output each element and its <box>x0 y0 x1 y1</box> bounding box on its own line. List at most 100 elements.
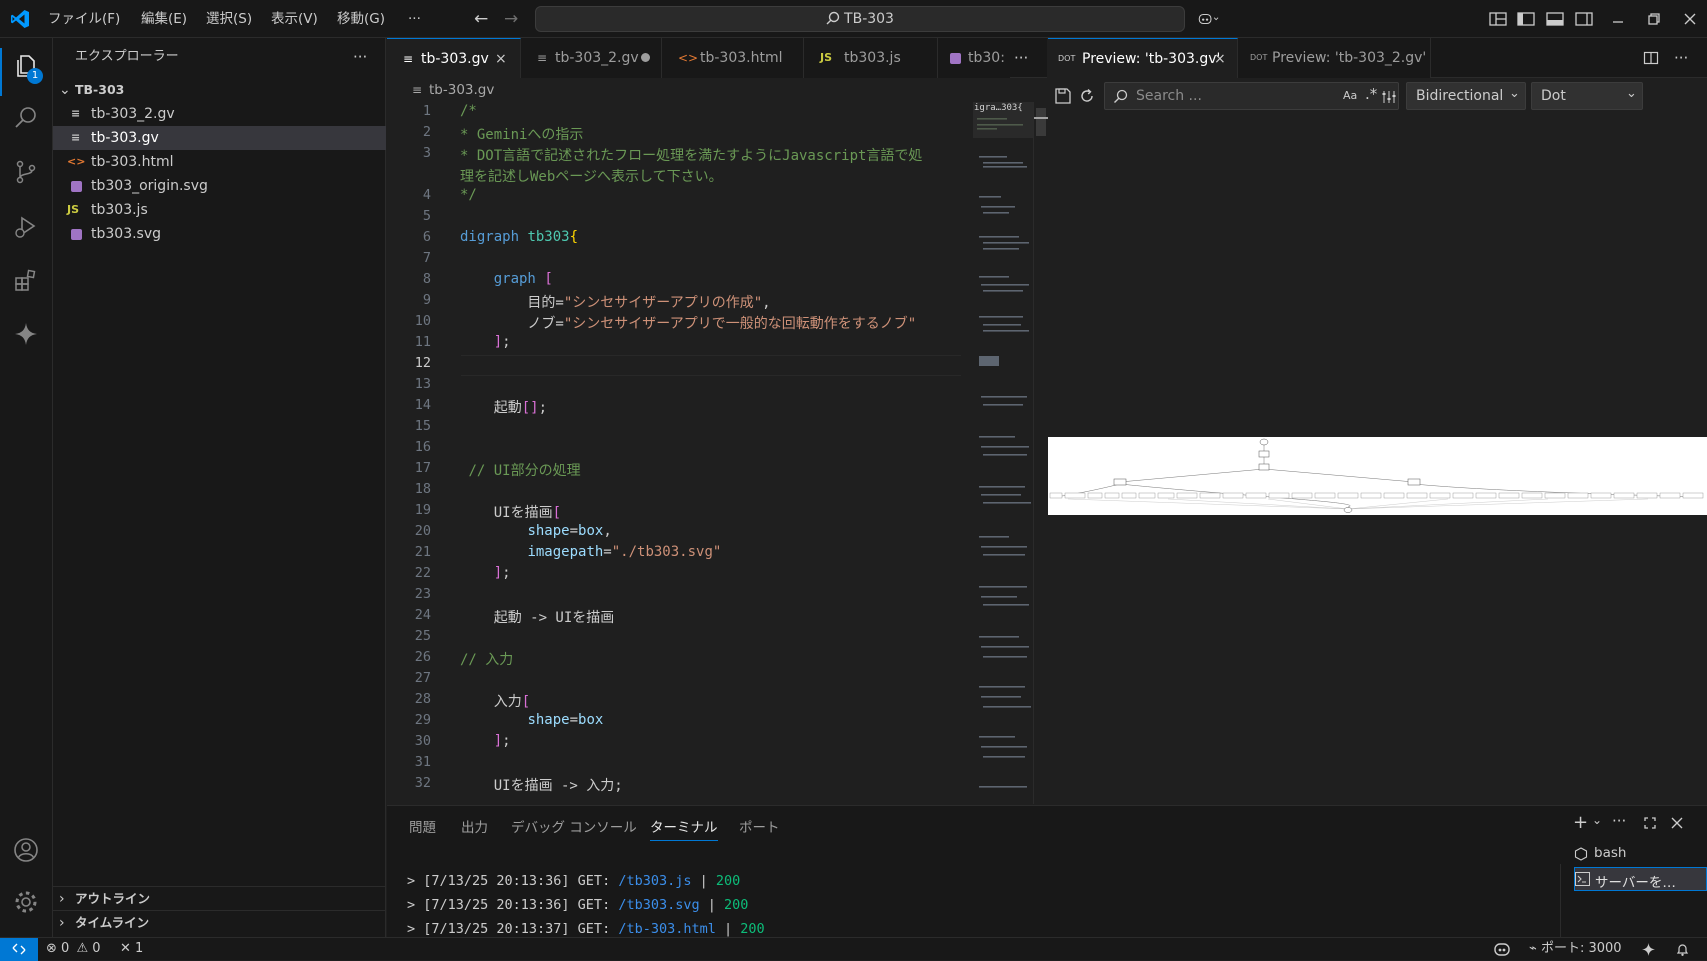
panel-tab-problems[interactable]: 問題 <box>409 816 436 836</box>
maximize-panel-icon[interactable] <box>1643 816 1657 830</box>
graphviz-file-icon: ≡ <box>71 107 81 120</box>
graphviz-file-icon: ≡ <box>403 52 414 66</box>
toggle-primary-sidebar-icon[interactable] <box>1515 8 1537 30</box>
customize-layout-icon[interactable] <box>1487 8 1509 30</box>
explorer-more-icon[interactable]: ··· <box>353 38 367 76</box>
panel-tab-terminal[interactable]: ターミナル <box>650 816 718 841</box>
close-window-icon[interactable] <box>1679 8 1701 30</box>
menu-view[interactable]: 表示(V) <box>271 0 318 38</box>
file-tb303_origin-svg[interactable]: tb303_origin.svg <box>53 174 386 198</box>
close-tab-icon[interactable]: × <box>1214 39 1226 79</box>
problems-status[interactable]: ⊗ 0 ⚠ 0 <box>46 938 101 960</box>
command-center-search[interactable]: TB-303 <box>535 6 1185 32</box>
folder-tb-303[interactable]: ⌄ TB-303 <box>53 78 386 102</box>
line-number: 24 <box>414 607 431 623</box>
notifications-bell-icon[interactable] <box>1675 942 1690 957</box>
source-control-icon[interactable] <box>12 158 40 186</box>
line-number: 8 <box>422 271 431 287</box>
file-tb303-svg[interactable]: tb303.svg <box>53 222 386 246</box>
minimize-icon[interactable] <box>1607 8 1629 30</box>
ports-forwarded-status[interactable]: ✕ 1 <box>120 938 143 960</box>
layout-engine-select[interactable]: Dot ⌄ <box>1531 82 1643 110</box>
save-icon[interactable] <box>1054 87 1072 105</box>
direction-select[interactable]: Bidirectional ⌄ <box>1406 82 1526 110</box>
tab-preview-tb-303_2[interactable]: DOT Preview: 'tb-303_2.gv' <box>1238 38 1431 78</box>
menu-more[interactable]: ··· <box>408 0 421 38</box>
tab-tb-303-html[interactable]: <> tb-303.html <box>662 38 804 78</box>
copilot-status-icon[interactable] <box>1493 941 1511 957</box>
forward-arrow-icon[interactable]: → <box>504 0 518 38</box>
sparkle-icon[interactable] <box>12 320 40 348</box>
remote-indicator[interactable] <box>0 938 38 961</box>
terminal-path[interactable]: /tb-303.html <box>618 921 716 937</box>
filter-settings-icon[interactable] <box>1381 89 1397 105</box>
tabs-more-icon[interactable]: ··· <box>1014 38 1028 78</box>
code-line: shape=box <box>527 712 604 728</box>
port-status[interactable]: ⌁ ポート: 3000 <box>1529 938 1622 960</box>
timeline-section[interactable]: › タイムライン <box>53 910 386 934</box>
tab-tb-303_2-gv[interactable]: ≡ tb-303_2.gv <box>521 38 662 78</box>
panel-tab-debug-console[interactable]: デバッグ コンソール <box>511 816 637 836</box>
menu-edit[interactable]: 編集(E) <box>141 0 187 38</box>
search-icon[interactable] <box>12 104 40 132</box>
run-debug-icon[interactable] <box>12 212 40 240</box>
new-terminal-icon[interactable]: + <box>1573 812 1588 833</box>
breadcrumb-file[interactable]: tb-303.gv <box>429 78 494 102</box>
sparkle-status-icon[interactable] <box>1641 942 1656 957</box>
file-tb303-js[interactable]: JS tb303.js <box>53 198 386 222</box>
tab-tb303-svg[interactable]: tb30: <box>938 38 1010 78</box>
unsaved-dot-icon[interactable] <box>641 53 650 62</box>
preview-search-box[interactable]: Search ... Aa .* <box>1104 82 1399 110</box>
settings-gear-icon[interactable] <box>12 888 40 916</box>
tab-preview-tb-303[interactable]: DOT Preview: 'tb-303.gv' × <box>1048 38 1238 78</box>
terminal-path[interactable]: /tb303.js <box>618 873 691 889</box>
tab-tb-303-gv[interactable]: ≡ tb-303.gv × <box>387 38 521 78</box>
copilot-icon[interactable] <box>1198 8 1220 30</box>
menu-selection[interactable]: 選択(S) <box>206 0 252 38</box>
graph-preview-area[interactable] <box>1048 114 1707 804</box>
close-panel-icon[interactable] <box>1670 816 1684 830</box>
terminal-path[interactable]: /tb303.svg <box>618 897 699 913</box>
refresh-icon[interactable] <box>1078 87 1096 105</box>
toggle-panel-icon[interactable] <box>1544 8 1566 30</box>
line-number: 18 <box>414 481 431 497</box>
toggle-secondary-sidebar-icon[interactable] <box>1573 8 1595 30</box>
error-icon: ⊗ <box>46 941 57 956</box>
scrollbar-thumb[interactable] <box>1036 108 1046 136</box>
terminal-item-bash[interactable]: bash <box>1574 843 1707 865</box>
menu-go[interactable]: 移動(G) <box>337 0 385 38</box>
regex-toggle-icon[interactable]: .* <box>1365 85 1377 103</box>
preview-more-icon[interactable]: ··· <box>1674 38 1688 78</box>
outline-section[interactable]: › アウトライン <box>53 886 386 910</box>
tab-label: Preview: 'tb-303.gv' <box>1082 51 1221 67</box>
match-case-toggle[interactable]: Aa <box>1343 89 1357 102</box>
file-tb-303-gv[interactable]: ≡ tb-303.gv <box>53 126 386 150</box>
file-tb-303_2-gv[interactable]: ≡ tb-303_2.gv <box>53 102 386 126</box>
terminal-sep: | <box>699 897 724 913</box>
line-number: 32 <box>414 775 431 791</box>
ports-icon: ✕ <box>120 941 131 956</box>
account-icon[interactable] <box>12 836 40 864</box>
chevron-down-icon[interactable]: ⌄ <box>1592 813 1602 827</box>
html-file-icon: <> <box>67 155 86 168</box>
back-arrow-icon[interactable]: ← <box>474 0 488 38</box>
chevron-down-icon: ⌄ <box>1509 86 1520 101</box>
close-tab-icon[interactable]: × <box>495 39 507 79</box>
panel-more-icon[interactable]: ··· <box>1612 812 1626 830</box>
terminal-item-server[interactable]: サーバーを… <box>1574 867 1707 891</box>
remote-icon <box>12 943 26 955</box>
panel-tab-output[interactable]: 出力 <box>461 816 488 836</box>
line-number: 29 <box>414 712 431 728</box>
extensions-icon[interactable] <box>12 266 40 294</box>
split-editor-icon[interactable] <box>1643 50 1659 66</box>
editor-vertical-scrollbar[interactable] <box>1033 102 1048 804</box>
panel-tab-ports[interactable]: ポート <box>739 816 780 836</box>
graph-render-image[interactable] <box>1048 437 1707 515</box>
file-tb-303-html[interactable]: <> tb-303.html <box>53 150 386 174</box>
tab-tb303-js[interactable]: JS tb303.js <box>804 38 938 78</box>
vscode-logo-icon[interactable] <box>10 9 30 29</box>
minimap[interactable]: igra…303{ <box>973 102 1033 804</box>
restore-icon[interactable] <box>1643 8 1665 30</box>
code-editor[interactable]: 1 2 3 4 5 6 7 8 9 10 11 12 13 14 15 16 1… <box>387 102 1047 804</box>
menu-file[interactable]: ファイル(F) <box>48 0 120 38</box>
